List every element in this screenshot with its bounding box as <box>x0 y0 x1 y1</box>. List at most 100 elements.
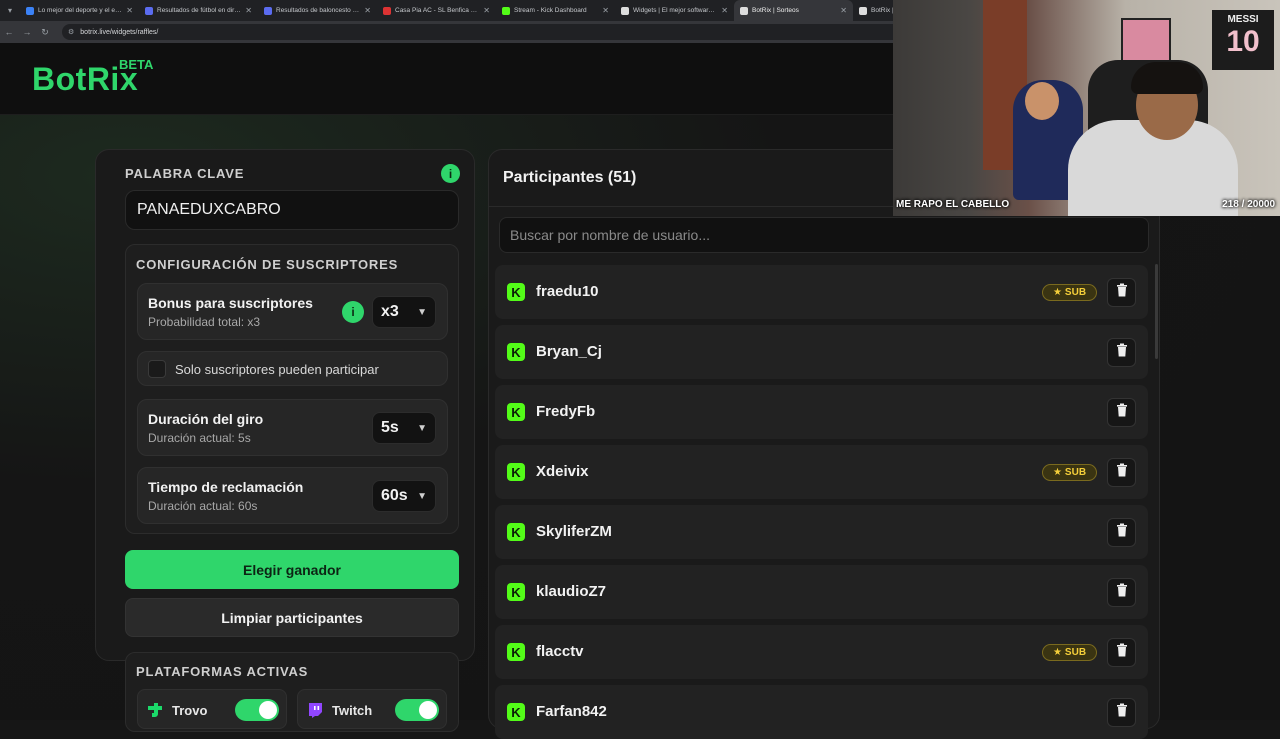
webcam-counter: 218 / 20000 <box>1222 199 1275 210</box>
pick-winner-button[interactable]: Elegir ganador <box>125 550 459 589</box>
browser-tab[interactable]: Resultados de fútbol en direct ✕ <box>139 0 258 21</box>
delete-participant-button[interactable] <box>1107 578 1136 607</box>
participant-username: Farfan842 <box>536 703 607 720</box>
kick-icon: K <box>507 463 525 481</box>
tab-title: Casa Pia AC - SL Benfica Cuota <box>395 7 480 14</box>
close-icon[interactable]: ✕ <box>602 6 609 15</box>
close-icon[interactable]: ✕ <box>840 6 847 15</box>
tab-favicon-icon <box>859 6 867 15</box>
tab-favicon-icon <box>502 6 510 15</box>
beta-badge: BETA <box>119 57 154 72</box>
spin-duration-subtitle: Duración actual: 5s <box>148 431 251 445</box>
star-icon: ★ <box>1052 647 1062 658</box>
participants-scrollbar[interactable] <box>1155 264 1158 359</box>
tab-search-icon[interactable]: ▾ <box>0 0 20 21</box>
sub-badge: ★ SUB <box>1042 284 1097 301</box>
kick-icon: K <box>507 403 525 421</box>
sub-badge-label: SUB <box>1064 467 1087 478</box>
clear-participants-button[interactable]: Limpiar participantes <box>125 598 459 637</box>
bonus-info-icon[interactable]: i <box>342 301 364 323</box>
keyword-input[interactable]: PANAEDUXCABRO <box>125 190 459 230</box>
participant-username: fraedu10 <box>536 283 599 300</box>
tab-title: Stream - Kick Dashboard <box>514 7 587 14</box>
participant-row: K Farfan842 <box>495 685 1148 739</box>
delete-participant-button[interactable] <box>1107 278 1136 307</box>
delete-participant-button[interactable] <box>1107 338 1136 367</box>
webcam-caption: ME RAPO EL CABELLO <box>896 199 1010 210</box>
twitch-toggle[interactable] <box>395 699 439 721</box>
sub-badge: ★ SUB <box>1042 464 1097 481</box>
toggle-knob <box>419 701 437 719</box>
star-icon: ★ <box>1052 287 1062 298</box>
trovo-toggle[interactable] <box>235 699 279 721</box>
only-subs-card[interactable]: Solo suscriptores pueden participar <box>137 351 448 386</box>
forward-icon[interactable]: → <box>18 27 36 37</box>
address-bar[interactable]: ⚙ botrix.live/widgets/raffles/ <box>62 24 902 40</box>
browser-tab[interactable]: Widgets | El mejor software pa ✕ <box>615 0 734 21</box>
trash-icon <box>1116 403 1128 422</box>
platform-twitch: Twitch <box>297 689 447 729</box>
participant-username: klaudioZ7 <box>536 583 607 600</box>
streamer-hair <box>1131 62 1203 94</box>
platform-trovo: Trovo <box>137 689 287 729</box>
claim-time-select[interactable]: 60s ▼ <box>372 480 436 512</box>
toggle-knob <box>259 701 277 719</box>
search-input[interactable]: Buscar por nombre de usuario... <box>499 217 1149 253</box>
keyword-info-icon[interactable]: i <box>441 164 460 183</box>
browser-tab[interactable]: Resultados de baloncesto en di ✕ <box>258 0 377 21</box>
bonus-multiplier-select[interactable]: x3 ▼ <box>372 296 436 328</box>
trovo-icon <box>148 703 162 717</box>
platform-name: Twitch <box>332 703 373 718</box>
messi-poster: MESSI 10 <box>1212 10 1274 70</box>
spin-duration-select[interactable]: 5s ▼ <box>372 412 436 444</box>
back-icon[interactable]: ← <box>0 27 18 37</box>
close-icon[interactable]: ✕ <box>126 6 133 15</box>
delete-participant-button[interactable] <box>1107 458 1136 487</box>
participant-username: SkyliferZM <box>536 523 612 540</box>
poster-number: 10 <box>1226 25 1260 58</box>
browser-tab[interactable]: Lo mejor del deporte y el entre ✕ <box>20 0 139 21</box>
tab-favicon-icon <box>145 6 153 15</box>
participant-row: K Bryan_Cj <box>495 325 1148 379</box>
trash-icon <box>1116 283 1128 302</box>
site-info-icon[interactable]: ⚙ <box>68 28 74 36</box>
trash-icon <box>1116 523 1128 542</box>
participant-row: Kflacctv ★ SUB <box>495 625 1148 679</box>
delete-participant-button[interactable] <box>1107 518 1136 547</box>
delete-participant-button[interactable] <box>1107 698 1136 727</box>
participant-row: Kfraedu10 ★ SUB <box>495 265 1148 319</box>
close-icon[interactable]: ✕ <box>721 6 728 15</box>
only-subs-checkbox[interactable] <box>148 360 166 378</box>
kick-icon: K <box>507 283 525 301</box>
close-icon[interactable]: ✕ <box>245 6 252 15</box>
delete-participant-button[interactable] <box>1107 398 1136 427</box>
close-icon[interactable]: ✕ <box>483 6 490 15</box>
close-icon[interactable]: ✕ <box>364 6 371 15</box>
participant-username: flacctv <box>536 643 584 660</box>
browser-tab[interactable]: Stream - Kick Dashboard ✕ <box>496 0 615 21</box>
url-text: botrix.live/widgets/raffles/ <box>80 28 159 36</box>
trash-icon <box>1116 703 1128 722</box>
only-subs-label: Solo suscriptores pueden participar <box>175 362 379 377</box>
tab-title: Lo mejor del deporte y el entre <box>38 7 123 14</box>
active-platforms-title: PLATAFORMAS ACTIVAS <box>136 664 309 679</box>
participant-row: K Xdeivix ★ SUB <box>495 445 1148 499</box>
poster-name: MESSI <box>1227 14 1259 25</box>
person-background-head <box>1025 82 1059 120</box>
tab-favicon-icon <box>383 6 391 15</box>
tab-title: Widgets | El mejor software pa <box>633 7 718 14</box>
reload-icon[interactable]: ↻ <box>36 27 54 38</box>
subscriber-bonus-card: Bonus para suscriptores Probabilidad tot… <box>137 283 448 340</box>
tab-favicon-icon <box>740 6 748 15</box>
delete-participant-button[interactable] <box>1107 638 1136 667</box>
tab-title: Resultados de fútbol en direct <box>157 7 242 14</box>
chevron-down-icon: ▼ <box>417 490 427 502</box>
browser-tab[interactable]: Casa Pia AC - SL Benfica Cuota ✕ <box>377 0 496 21</box>
participant-username: Bryan_Cj <box>536 343 602 360</box>
browser-tab[interactable]: BotRix | Sorteos ✕ <box>734 0 853 21</box>
kick-icon: K <box>507 523 525 541</box>
sub-badge-label: SUB <box>1064 647 1087 658</box>
kick-icon: K <box>507 703 525 721</box>
participants-title: Participantes (51) <box>503 169 637 186</box>
trash-icon <box>1116 343 1128 362</box>
